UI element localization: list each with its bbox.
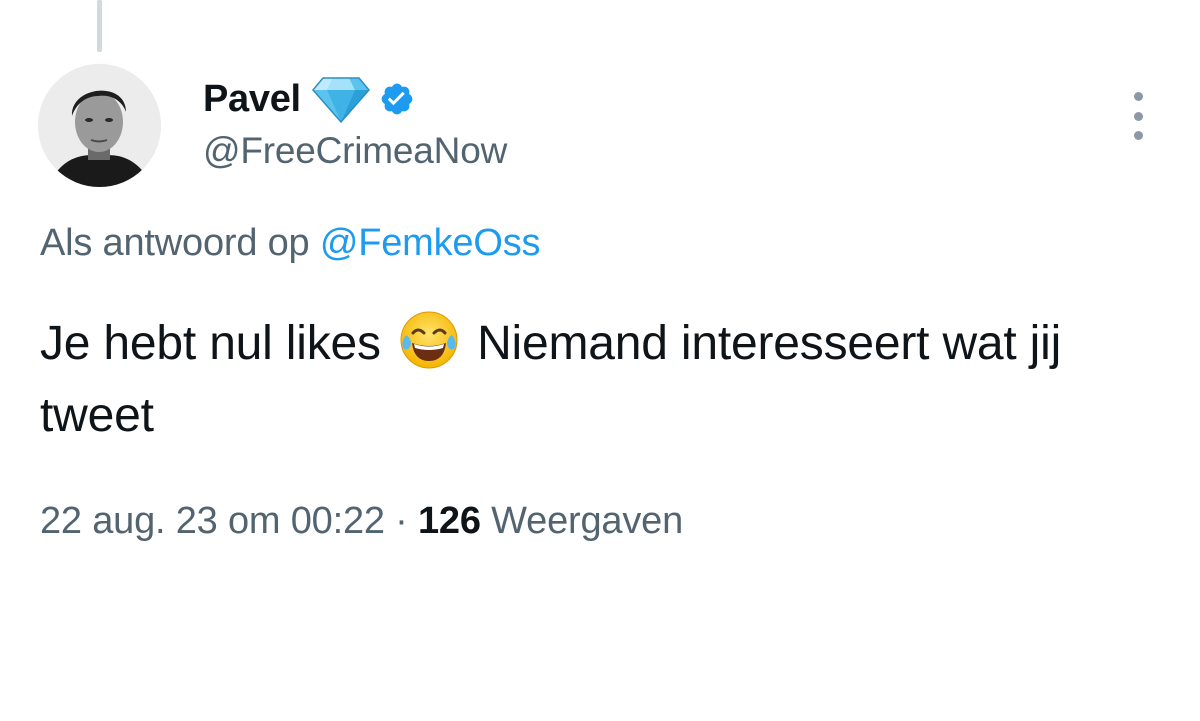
- avatar-photo: [38, 64, 161, 187]
- reply-mention-link[interactable]: @FemkeOss: [320, 222, 541, 264]
- more-dot-icon: [1133, 92, 1143, 101]
- views-label: Weergaven: [491, 500, 684, 542]
- more-options-button[interactable]: [1122, 92, 1154, 140]
- more-dot-icon: [1133, 111, 1143, 121]
- avatar[interactable]: [38, 64, 161, 187]
- author-display-name[interactable]: Pavel: [203, 78, 301, 121]
- diamond-icon: [311, 74, 371, 124]
- meta-separator: ·: [395, 500, 408, 542]
- verified-badge-icon[interactable]: [379, 81, 415, 117]
- tweet-text: Je hebt nul likes Niemand interesseert w…: [40, 308, 1160, 452]
- author-handle[interactable]: @FreeCrimeaNow: [203, 130, 507, 172]
- thread-connector-line: [97, 0, 102, 52]
- face-with-tears-of-joy-icon: [398, 309, 460, 371]
- views-count: 126: [418, 500, 481, 542]
- reply-context: Als antwoord op @FemkeOss: [40, 222, 541, 265]
- reply-context-prefix: Als antwoord op: [40, 222, 310, 264]
- author-name-row[interactable]: Pavel: [203, 70, 415, 128]
- tweet-timestamp[interactable]: 22 aug. 23 om 00:22: [40, 500, 385, 542]
- tweet-meta: 22 aug. 23 om 00:22 · 126 Weergaven: [40, 500, 683, 543]
- tweet-text-part-1: Je hebt nul likes: [40, 317, 381, 370]
- more-dot-icon: [1133, 131, 1143, 140]
